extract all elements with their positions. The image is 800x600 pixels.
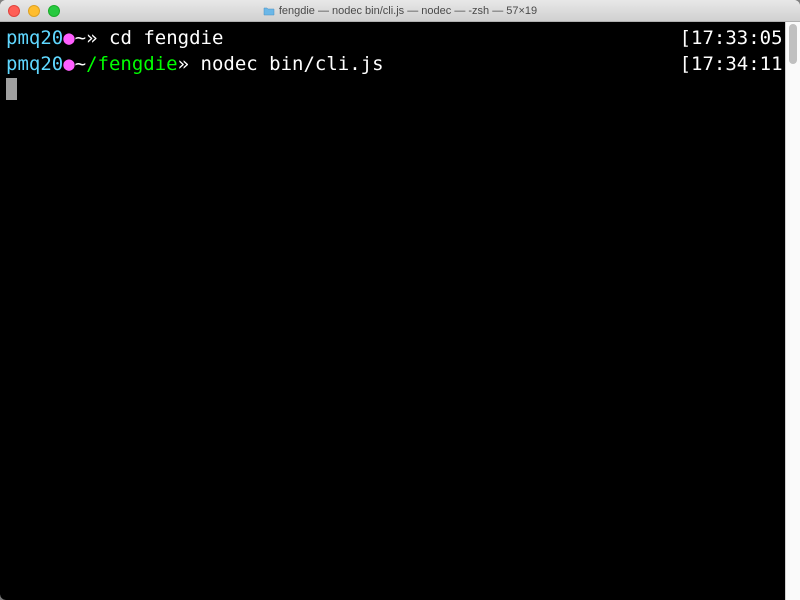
timestamp: [17:34:11] (680, 52, 794, 78)
close-icon[interactable] (8, 5, 20, 17)
prompt-chevron: » (86, 27, 109, 49)
terminal-body[interactable]: pmq20●~» cd fengdie [17:33:05] pmq20●~/f… (0, 22, 800, 600)
terminal-line: pmq20●~» cd fengdie [17:33:05] (6, 26, 794, 52)
prompt-user: pmq20 (6, 27, 63, 49)
folder-icon (263, 6, 275, 16)
prompt: pmq20●~/fengdie» nodec bin/cli.js (6, 52, 384, 78)
command-text: nodec bin/cli.js (201, 53, 384, 75)
scrollbar[interactable] (785, 22, 800, 600)
window-title-text: fengdie — nodec bin/cli.js — nodec — -zs… (279, 5, 537, 17)
terminal-line: pmq20●~/fengdie» nodec bin/cli.js [17:34… (6, 52, 794, 78)
command-text: cd fengdie (109, 27, 223, 49)
cursor-line (6, 77, 794, 103)
maximize-icon[interactable] (48, 5, 60, 17)
minimize-icon[interactable] (28, 5, 40, 17)
prompt-chevron: » (178, 53, 201, 75)
prompt-dot: ● (63, 53, 74, 75)
traffic-lights (8, 5, 60, 17)
terminal-window: fengdie — nodec bin/cli.js — nodec — -zs… (0, 0, 800, 600)
window-title: fengdie — nodec bin/cli.js — nodec — -zs… (0, 5, 800, 17)
prompt: pmq20●~» cd fengdie (6, 26, 223, 52)
prompt-tilde: ~ (75, 53, 86, 75)
prompt-tilde: ~ (75, 27, 86, 49)
titlebar[interactable]: fengdie — nodec bin/cli.js — nodec — -zs… (0, 0, 800, 22)
cursor-icon (6, 78, 17, 100)
prompt-user: pmq20 (6, 53, 63, 75)
scroll-thumb[interactable] (789, 24, 797, 64)
prompt-path: /fengdie (86, 53, 178, 75)
prompt-dot: ● (63, 27, 74, 49)
timestamp: [17:33:05] (680, 26, 794, 52)
